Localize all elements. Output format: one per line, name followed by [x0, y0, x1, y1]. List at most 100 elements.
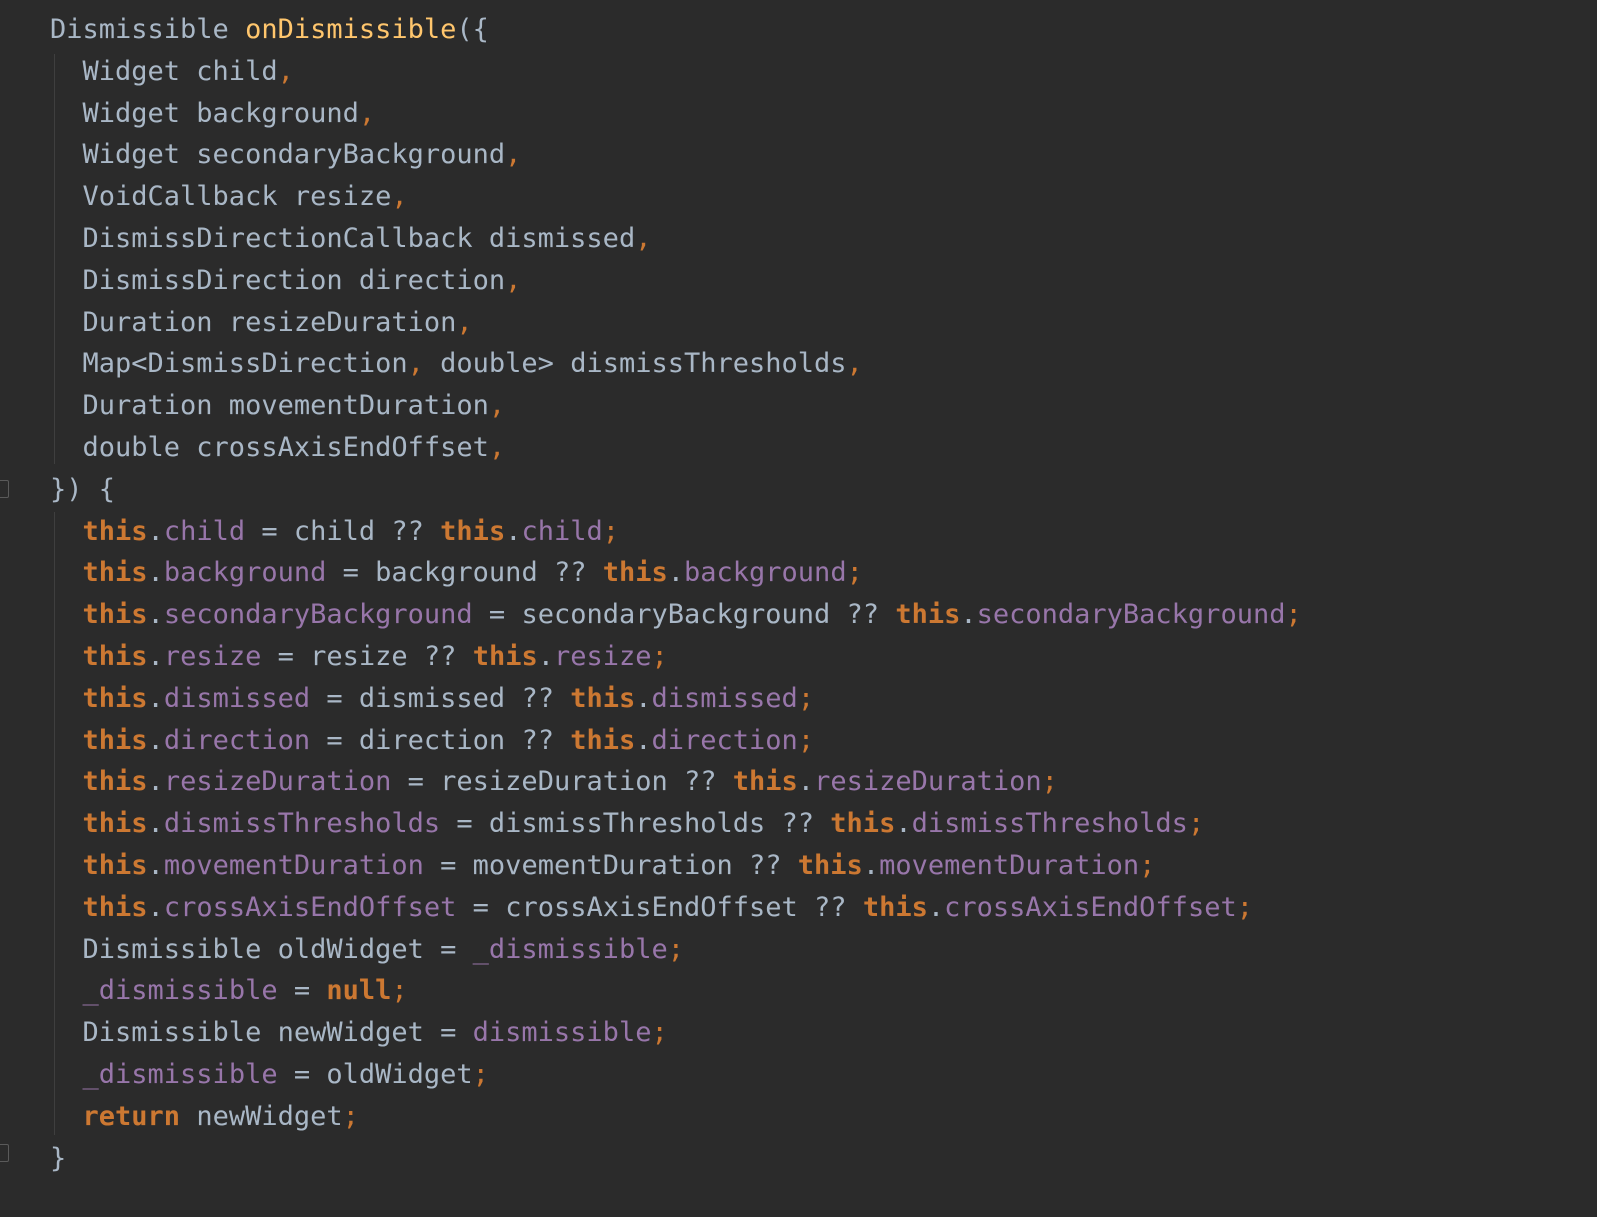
fold-marker-icon[interactable]: [0, 1144, 9, 1162]
code-area[interactable]: Dismissible onDismissible({ Widget child…: [50, 9, 1302, 1179]
fold-marker-icon[interactable]: [0, 480, 9, 498]
code-line[interactable]: this.dismissed = dismissed ?? this.dismi…: [50, 678, 1302, 720]
code-token: = child ??: [245, 515, 441, 547]
code-line[interactable]: return newWidget;: [50, 1096, 1302, 1138]
code-token: .: [635, 724, 652, 756]
code-token: ,: [277, 55, 294, 87]
code-line[interactable]: Map<DismissDirection, double> dismissThr…: [50, 343, 1302, 385]
code-line[interactable]: this.direction = direction ?? this.direc…: [50, 720, 1302, 762]
code-line[interactable]: Duration resizeDuration,: [50, 302, 1302, 344]
code-token: this: [862, 891, 928, 923]
code-token: DismissDirectionCallback dismissed: [50, 222, 636, 254]
code-token: background: [684, 557, 847, 589]
code-token: }: [50, 1142, 67, 1174]
code-token: Map<DismissDirection: [50, 348, 408, 380]
code-line[interactable]: DismissDirectionCallback dismissed,: [50, 218, 1302, 260]
code-token: resizeDuration: [814, 766, 1042, 798]
code-token: }) {: [50, 473, 116, 505]
code-token: direction: [651, 724, 798, 756]
code-line[interactable]: _dismissible = null;: [50, 970, 1302, 1012]
code-token: _dismissible: [82, 1058, 278, 1090]
code-line[interactable]: }) {: [50, 469, 1302, 511]
code-token: ,: [407, 348, 424, 380]
code-token: VoidCallback resize: [50, 181, 392, 213]
code-line[interactable]: DismissDirection direction,: [50, 260, 1302, 302]
code-token: ;: [391, 975, 408, 1007]
code-line[interactable]: this.resizeDuration = resizeDuration ?? …: [50, 761, 1302, 803]
code-line[interactable]: Duration movementDuration,: [50, 385, 1302, 427]
code-token: Widget background: [50, 97, 359, 129]
code-token: this: [82, 640, 148, 672]
code-token: = crossAxisEndOffset ??: [456, 891, 863, 923]
code-token: ;: [1139, 849, 1156, 881]
code-token: secondaryBackground: [163, 599, 473, 631]
code-token: Dismissible oldWidget =: [50, 933, 473, 965]
code-line[interactable]: this.child = child ?? this.child;: [50, 511, 1302, 553]
code-token: DismissDirection direction: [50, 264, 506, 296]
code-token: .: [537, 640, 554, 672]
code-line[interactable]: Dismissible newWidget = dismissible;: [50, 1012, 1302, 1054]
code-token: this: [732, 766, 798, 798]
code-token: ;: [1041, 766, 1058, 798]
code-line[interactable]: Widget background,: [50, 93, 1302, 135]
code-token: ;: [651, 640, 668, 672]
code-line[interactable]: VoidCallback resize,: [50, 176, 1302, 218]
code-token: Dismissible: [50, 14, 246, 45]
code-line[interactable]: this.background = background ?? this.bac…: [50, 552, 1302, 594]
code-token: dismissThresholds: [163, 808, 441, 840]
code-token: dismissed: [163, 682, 311, 714]
code-line[interactable]: this.resize = resize ?? this.resize;: [50, 636, 1302, 678]
code-token: this: [440, 515, 506, 547]
code-token: .: [147, 557, 164, 589]
code-token: dismissed: [651, 682, 798, 714]
code-token: this: [82, 849, 148, 881]
code-editor[interactable]: Dismissible onDismissible({ Widget child…: [0, 0, 1597, 1217]
code-line[interactable]: this.crossAxisEndOffset = crossAxisEndOf…: [50, 887, 1302, 929]
code-token: =: [277, 975, 327, 1007]
code-token: = oldWidget: [277, 1058, 473, 1090]
code-token: .: [862, 849, 880, 881]
code-token: ;: [651, 1017, 668, 1049]
code-line[interactable]: Dismissible oldWidget = _dismissible;: [50, 929, 1302, 971]
code-token: secondaryBackground: [976, 599, 1286, 631]
code-token: this: [82, 515, 148, 547]
code-token: .: [797, 766, 815, 798]
code-token: dismissThresholds: [911, 808, 1188, 840]
code-token: Duration resizeDuration: [50, 306, 457, 338]
code-token: return: [82, 1100, 181, 1132]
code-line[interactable]: this.dismissThresholds = dismissThreshol…: [50, 803, 1302, 845]
code-token: onDismissible: [245, 14, 457, 45]
code-token: this: [82, 724, 148, 756]
code-token: Widget child: [50, 55, 278, 87]
code-line[interactable]: Dismissible onDismissible({: [50, 9, 1302, 51]
code-line[interactable]: Widget secondaryBackground,: [50, 134, 1302, 176]
code-token: _dismissible: [472, 933, 668, 965]
code-token: movementDuration: [879, 849, 1140, 881]
code-token: ,: [505, 139, 522, 171]
code-token: null: [326, 975, 392, 1007]
code-token: = direction ??: [310, 724, 571, 756]
code-token: Dismissible newWidget =: [50, 1017, 473, 1049]
code-line[interactable]: this.movementDuration = movementDuration…: [50, 845, 1302, 887]
code-token: _dismissible: [82, 975, 278, 1007]
code-token: ;: [602, 515, 620, 547]
code-line[interactable]: _dismissible = oldWidget;: [50, 1054, 1302, 1096]
code-token: = resize ??: [261, 640, 473, 672]
code-token: movementDuration: [163, 849, 424, 881]
code-token: this: [82, 808, 148, 840]
code-token: ;: [797, 724, 815, 756]
code-token: .: [147, 682, 164, 714]
code-token: this: [570, 682, 636, 714]
code-line[interactable]: }: [50, 1138, 1302, 1180]
code-line[interactable]: Widget child,: [50, 51, 1302, 93]
code-token: ,: [488, 431, 506, 463]
code-token: this: [82, 557, 148, 589]
code-line[interactable]: this.secondaryBackground = secondaryBack…: [50, 594, 1302, 636]
code-line[interactable]: double crossAxisEndOffset,: [50, 427, 1302, 469]
